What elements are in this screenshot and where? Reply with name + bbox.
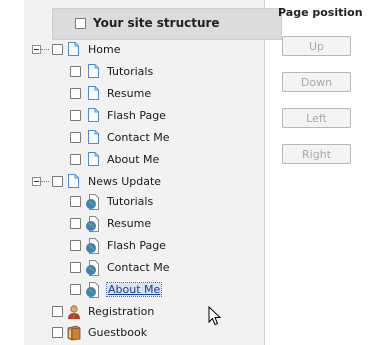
page-icon — [68, 174, 79, 188]
node-checkbox[interactable] — [70, 88, 81, 99]
move-left-button[interactable]: Left — [282, 108, 351, 128]
node-label: Flash Page — [107, 109, 166, 122]
tree-node-news-flash-page[interactable]: Flash Page — [24, 236, 264, 256]
move-right-button[interactable]: Right — [282, 144, 351, 164]
tree-node-news-contact-me[interactable]: Contact Me — [24, 258, 264, 278]
tree-node-guestbook[interactable]: Guestbook — [24, 323, 264, 343]
site-structure-panel: Your site structure Home Tutorials Resum… — [24, 0, 282, 345]
tree-node-home-resume[interactable]: Resume — [24, 84, 264, 104]
person-icon — [68, 305, 80, 319]
node-label-selected[interactable]: About Me — [105, 282, 163, 297]
node-checkbox[interactable] — [70, 240, 81, 251]
tree-node-home-about-me[interactable]: About Me — [24, 150, 264, 170]
globe-page-icon — [86, 238, 99, 254]
tree-connector — [41, 49, 49, 51]
node-label: Flash Page — [107, 239, 166, 252]
tree-header: Your site structure — [52, 8, 282, 40]
node-checkbox[interactable] — [70, 132, 81, 143]
node-checkbox[interactable] — [52, 306, 63, 317]
node-label: Contact Me — [107, 261, 170, 274]
node-label: News Update — [88, 175, 162, 188]
page-position-title: Page position — [278, 6, 363, 19]
page-icon — [88, 86, 99, 100]
node-checkbox[interactable] — [70, 110, 81, 121]
tree-node-news-about-me[interactable]: About Me — [24, 280, 264, 300]
node-label: Home — [88, 43, 121, 56]
node-checkbox[interactable] — [52, 327, 63, 338]
node-checkbox[interactable] — [70, 218, 81, 229]
collapse-icon[interactable] — [32, 177, 41, 186]
tree-node-news-tutorials[interactable]: Tutorials — [24, 192, 264, 212]
node-label: Guestbook — [88, 326, 148, 339]
node-label: Resume — [107, 217, 152, 230]
node-label: Contact Me — [107, 131, 170, 144]
tree-node-home-flash-page[interactable]: Flash Page — [24, 106, 264, 126]
tree-node-registration[interactable]: Registration — [24, 302, 264, 322]
tree-header-label: Your site structure — [93, 16, 220, 30]
globe-page-icon — [86, 282, 99, 298]
collapse-icon[interactable] — [32, 45, 41, 54]
page-icon — [88, 152, 99, 166]
tree-node-home-tutorials[interactable]: Tutorials — [24, 62, 264, 82]
node-checkbox[interactable] — [52, 44, 63, 55]
node-label: Tutorials — [107, 195, 154, 208]
move-up-button[interactable]: Up — [282, 36, 351, 56]
tree-node-home-contact-me[interactable]: Contact Me — [24, 128, 264, 148]
book-icon — [67, 325, 81, 341]
tree-node-home[interactable]: Home — [24, 40, 264, 60]
node-label: Registration — [88, 305, 155, 318]
node-label: Resume — [107, 87, 152, 100]
node-checkbox[interactable] — [52, 176, 63, 187]
node-label: About Me — [107, 153, 160, 166]
node-checkbox[interactable] — [70, 196, 81, 207]
node-checkbox[interactable] — [70, 66, 81, 77]
page-icon — [88, 130, 99, 144]
tree-connector — [41, 181, 49, 183]
page-icon — [88, 64, 99, 78]
globe-page-icon — [86, 194, 99, 210]
page-position-panel: Page position Up Down Left Right — [270, 0, 369, 345]
page-icon — [68, 42, 79, 56]
move-down-button[interactable]: Down — [282, 72, 351, 92]
node-checkbox[interactable] — [70, 284, 81, 295]
node-label: Tutorials — [107, 65, 154, 78]
tree-node-news-update[interactable]: News Update — [24, 172, 264, 192]
select-all-checkbox[interactable] — [75, 18, 86, 29]
page-icon — [88, 108, 99, 122]
globe-page-icon — [86, 216, 99, 232]
mouse-pointer-icon — [208, 306, 222, 326]
tree-node-news-resume[interactable]: Resume — [24, 214, 264, 234]
node-checkbox[interactable] — [70, 154, 81, 165]
node-checkbox[interactable] — [70, 262, 81, 273]
globe-page-icon — [86, 260, 99, 276]
